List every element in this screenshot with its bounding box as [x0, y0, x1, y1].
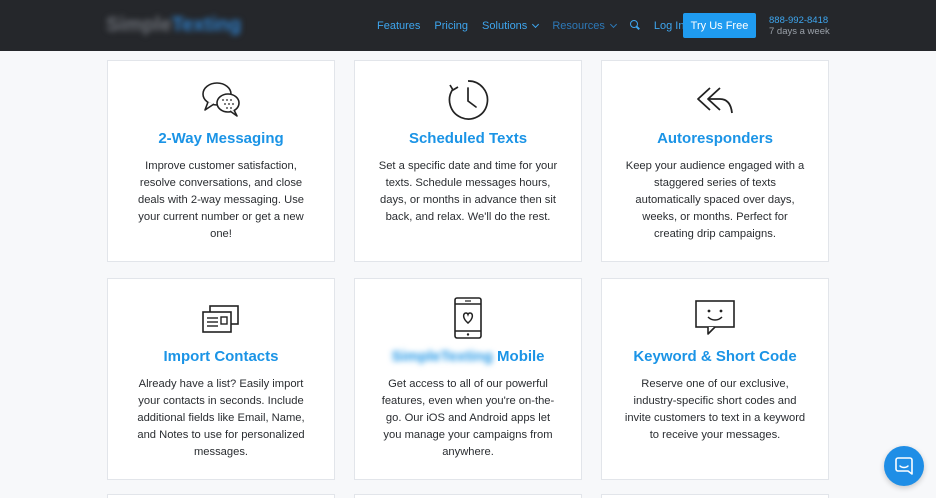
chat-icon — [895, 457, 913, 475]
feature-card-2way: 2-Way Messaging Improve customer satisfa… — [107, 60, 335, 262]
smile-message-icon — [695, 300, 735, 335]
card-title: Autoresponders — [657, 130, 773, 147]
search-icon[interactable] — [629, 20, 641, 31]
card-description: Set a specific date and time for your te… — [378, 160, 558, 223]
card-title: 2-Way Messaging — [158, 130, 284, 147]
live-chat-button[interactable] — [884, 446, 924, 486]
site-logo[interactable]: SimpleTexting — [106, 14, 241, 36]
nav-features[interactable]: Features — [377, 20, 420, 32]
phone-number[interactable]: 888-992-8418 — [769, 15, 830, 26]
support-hours: 7 days a week — [769, 26, 830, 37]
feature-card-import: Import Contacts Already have a list? Eas… — [107, 278, 335, 480]
card-title: Import Contacts — [163, 348, 279, 365]
contact-cards-icon — [202, 305, 239, 333]
reply-all-icon — [697, 87, 733, 114]
nav-solutions[interactable]: Solutions — [482, 20, 540, 32]
nav-pricing[interactable]: Pricing — [434, 20, 468, 32]
feature-card-partial — [107, 494, 335, 498]
card-description: Keep your audience engaged with a stagge… — [625, 160, 805, 240]
feature-card-autoresponders: Autoresponders Keep your audience engage… — [601, 60, 829, 262]
feature-card-partial — [601, 494, 829, 498]
card-title: Keyword & Short Code — [633, 348, 797, 365]
card-description: Improve customer satisfaction, resolve c… — [137, 160, 305, 240]
clock-icon — [448, 80, 489, 120]
phone-contact: 888-992-8418 7 days a week — [769, 15, 830, 37]
card-description: Already have a list? Easily import your … — [137, 378, 305, 458]
chevron-down-icon — [609, 20, 617, 28]
card-title: Scheduled Texts — [408, 130, 528, 147]
feature-card-keyword: Keyword & Short Code Reserve one of our … — [601, 278, 829, 480]
chat-bubbles-icon — [202, 82, 240, 117]
nav-resources[interactable]: Resources — [552, 20, 617, 32]
login-link[interactable]: Log In — [654, 20, 685, 32]
try-us-free-button[interactable]: Try Us Free — [683, 13, 756, 38]
feature-card-scheduled: Scheduled Texts Set a specific date and … — [354, 60, 582, 262]
feature-card-mobile: SimpleTexting Mobile Get access to all o… — [354, 278, 582, 480]
phone-heart-icon — [454, 297, 482, 339]
main-nav: Features Pricing Solutions Resources Log… — [377, 0, 698, 51]
card-title: SimpleTexting Mobile — [391, 348, 545, 365]
card-description: Get access to all of our powerful featur… — [381, 378, 555, 458]
top-navbar: SimpleTexting Features Pricing Solutions… — [0, 0, 936, 51]
chevron-down-icon — [532, 20, 540, 28]
feature-card-partial — [354, 494, 582, 498]
card-description: Reserve one of our exclusive, industry-s… — [624, 378, 806, 441]
